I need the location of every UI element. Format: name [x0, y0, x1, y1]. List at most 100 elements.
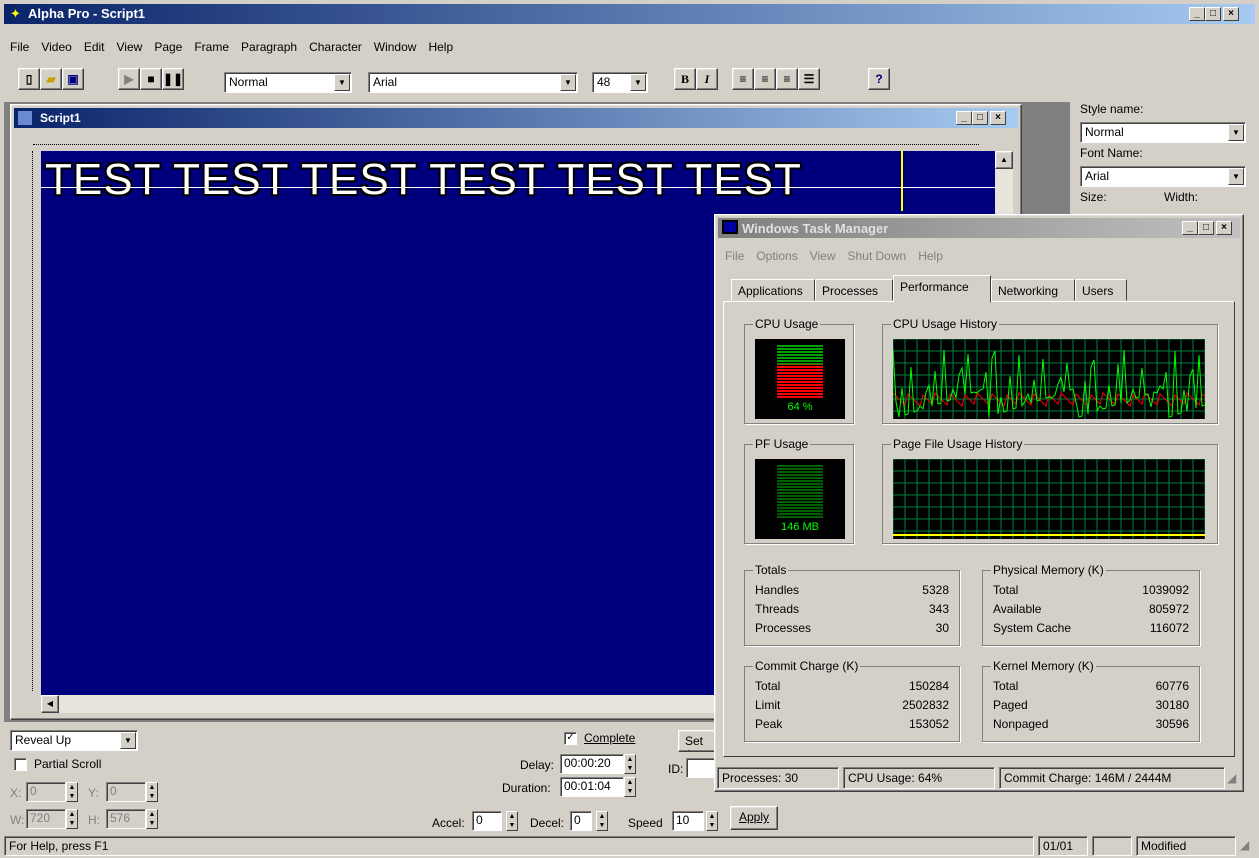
tm-resize-grip-icon[interactable]: ◢: [1227, 771, 1236, 785]
scroll-up-icon[interactable]: ▲: [995, 151, 1013, 169]
script-close-button[interactable]: ×: [990, 111, 1006, 125]
menu-item-video[interactable]: Video: [41, 40, 71, 54]
minimize-button[interactable]: _: [1189, 7, 1205, 21]
save-icon[interactable]: ▣: [62, 68, 84, 90]
commit-row-value: 150284: [908, 679, 949, 693]
menu-item-help[interactable]: Help: [428, 40, 453, 54]
partial-scroll-label: Partial Scroll: [34, 757, 102, 771]
physical-row-label: Available: [993, 602, 1042, 616]
italic-button[interactable]: I: [696, 68, 718, 90]
h-label: H:: [88, 813, 100, 827]
align-center-icon[interactable]: ≡: [754, 68, 776, 90]
close-button[interactable]: ×: [1223, 7, 1239, 21]
menu-item-character[interactable]: Character: [309, 40, 362, 54]
font-select[interactable]: Arial ▼: [368, 72, 578, 93]
tm-menu-item-shut-down[interactable]: Shut Down: [848, 249, 907, 263]
duration-spinner[interactable]: ▲ ▼: [624, 777, 636, 797]
physical-row: Available 805972: [993, 602, 1189, 620]
tab-users[interactable]: Users: [1075, 279, 1127, 301]
speed-field[interactable]: 10: [672, 811, 704, 831]
tm-menu-item-view[interactable]: View: [810, 249, 836, 263]
y-field[interactable]: 0: [106, 782, 146, 802]
tm-close-button[interactable]: ×: [1216, 221, 1232, 235]
x-field[interactable]: 0: [26, 782, 66, 802]
commit-row-label: Limit: [755, 698, 781, 712]
style-name-select[interactable]: Normal ▼: [1080, 122, 1246, 143]
bold-button[interactable]: B: [674, 68, 696, 90]
font-name-select[interactable]: Arial ▼: [1080, 166, 1246, 187]
scroll-left-icon[interactable]: ◀: [41, 695, 59, 713]
kernel-row-value: 30596: [1155, 717, 1189, 731]
size-select[interactable]: 48 ▼: [592, 72, 648, 93]
maximize-button[interactable]: □: [1205, 7, 1221, 21]
duration-field[interactable]: 00:01:04: [560, 777, 624, 797]
size-select-value: 48: [597, 75, 611, 89]
tm-menu-item-help[interactable]: Help: [918, 249, 943, 263]
align-right-icon[interactable]: ≡: [776, 68, 798, 90]
tm-minimize-button[interactable]: _: [1182, 221, 1198, 235]
tm-maximize-button[interactable]: □: [1198, 221, 1214, 235]
tm-status-commit: Commit Charge: 146M / 2444M: [1004, 771, 1172, 785]
set-button[interactable]: Set A: [678, 730, 718, 752]
tm-menu-item-file[interactable]: File: [725, 249, 744, 263]
partial-scroll-checkbox[interactable]: [14, 758, 27, 771]
style-select[interactable]: Normal ▼: [224, 72, 352, 93]
play-icon[interactable]: ▶: [118, 68, 140, 90]
font-name-value: Arial: [1085, 169, 1110, 183]
physical-row: System Cache 116072: [993, 621, 1189, 639]
menu-item-edit[interactable]: Edit: [84, 40, 105, 54]
kernel-row: Paged 30180: [993, 698, 1189, 716]
menu-item-frame[interactable]: Frame: [194, 40, 229, 54]
menu-item-window[interactable]: Window: [374, 40, 417, 54]
tab-applications[interactable]: Applications: [731, 279, 815, 301]
accel-field[interactable]: 0: [472, 811, 502, 831]
app-title-bar[interactable]: ✦ Alpha Pro - Script1 _ □ ×: [4, 4, 1255, 24]
resize-grip-icon[interactable]: ◢: [1240, 838, 1249, 852]
accel-spinner[interactable]: ▲ ▼: [506, 811, 518, 831]
context-help-icon[interactable]: ?: [868, 68, 890, 90]
open-folder-icon[interactable]: ▰: [40, 68, 62, 90]
menu-item-paragraph[interactable]: Paragraph: [241, 40, 297, 54]
new-file-icon[interactable]: ▯: [18, 68, 40, 90]
complete-checkbox[interactable]: ✓: [564, 732, 577, 745]
menu-item-view[interactable]: View: [117, 40, 143, 54]
speed-spinner[interactable]: ▲ ▼: [706, 811, 718, 831]
tab-networking[interactable]: Networking: [991, 279, 1075, 301]
kernel-row-value: 60776: [1155, 679, 1189, 693]
align-left-icon[interactable]: ≡: [732, 68, 754, 90]
menu-item-page[interactable]: Page: [154, 40, 182, 54]
stop-icon[interactable]: ■: [140, 68, 162, 90]
status-state-pane: Modified: [1136, 836, 1236, 856]
h-field[interactable]: 576: [106, 809, 146, 829]
tab-processes[interactable]: Processes: [815, 279, 893, 301]
tm-menu-item-options[interactable]: Options: [756, 249, 797, 263]
status-state: Modified: [1141, 839, 1187, 853]
script-title-bar[interactable]: Script1 _ □ ×: [14, 108, 1018, 128]
x-spinner[interactable]: ▲ ▼: [66, 782, 78, 802]
id-field[interactable]: [686, 758, 716, 778]
apply-button[interactable]: Apply: [730, 806, 778, 830]
menu-item-file[interactable]: File: [10, 40, 29, 54]
delay-spinner[interactable]: ▲ ▼: [624, 754, 636, 774]
tm-status-cpu-pane: CPU Usage: 64%: [843, 767, 995, 789]
h-spinner[interactable]: ▲ ▼: [146, 809, 158, 829]
decel-spinner[interactable]: ▲ ▼: [596, 811, 608, 831]
w-field[interactable]: 720: [26, 809, 66, 829]
decel-field[interactable]: 0: [570, 811, 592, 831]
pause-icon[interactable]: ❚❚: [162, 68, 184, 90]
tm-title-bar[interactable]: Windows Task Manager _ □ ×: [718, 218, 1240, 238]
width-label: Width:: [1164, 190, 1199, 204]
align-justify-icon[interactable]: ☰: [798, 68, 820, 90]
style-panel: Style name: Normal ▼ Font Name: Arial ▼ Si…: [1074, 100, 1254, 230]
script-minimize-button[interactable]: _: [956, 111, 972, 125]
cpu-history-label: CPU Usage History: [891, 317, 1000, 331]
delay-field[interactable]: 00:00:20: [560, 754, 624, 774]
y-spinner[interactable]: ▲ ▼: [146, 782, 158, 802]
w-spinner[interactable]: ▲ ▼: [66, 809, 78, 829]
tab-performance[interactable]: Performance: [893, 275, 991, 303]
tm-status-processes-pane: Processes: 30: [717, 767, 839, 789]
effect-select[interactable]: Reveal Up ▼: [10, 730, 138, 751]
script-maximize-button[interactable]: □: [972, 111, 988, 125]
menu-bar: File Video Edit View Page Frame Paragraph Chara…: [10, 40, 465, 58]
tm-performance-page: CPU Usage 64 % CPU Usage History PF Usag…: [723, 301, 1235, 757]
